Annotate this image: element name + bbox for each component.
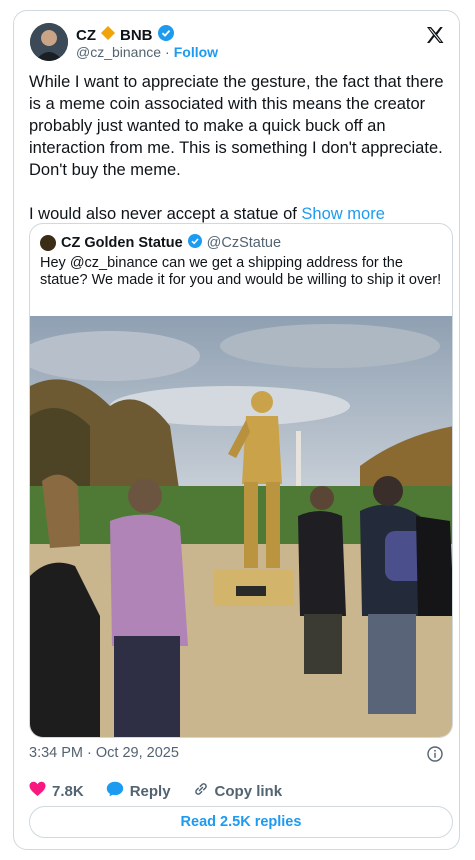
like-count: 7.8K bbox=[52, 782, 84, 800]
statue-photo[interactable] bbox=[30, 316, 452, 737]
author-badge-text: BNB bbox=[120, 26, 153, 44]
tweet-text: While I want to appreciate the gesture, … bbox=[29, 71, 454, 225]
copy-link-label: Copy link bbox=[214, 782, 283, 800]
action-bar: 7.8K Reply Copy link bbox=[29, 781, 304, 801]
quoted-tweet[interactable]: CZ Golden Statue @CzStatue Hey @cz_binan… bbox=[29, 223, 453, 738]
avatar[interactable] bbox=[30, 23, 68, 61]
author-name-row[interactable]: CZ BNB bbox=[76, 25, 174, 45]
verified-icon bbox=[157, 25, 174, 45]
bnb-diamond-icon bbox=[101, 26, 115, 44]
author-handle-row: @cz_binance · Follow bbox=[76, 44, 218, 60]
verified-icon bbox=[187, 234, 202, 252]
reply-label: Reply bbox=[129, 782, 171, 800]
reply-icon bbox=[106, 781, 124, 801]
info-icon[interactable] bbox=[427, 746, 443, 762]
x-logo-icon[interactable] bbox=[425, 25, 445, 45]
author-handle[interactable]: @cz_binance bbox=[76, 44, 161, 60]
read-replies-button[interactable]: Read 2.5K replies bbox=[29, 806, 453, 838]
like-button[interactable]: 7.8K bbox=[29, 781, 84, 801]
tweet-paragraph-2: I would also never accept a statue of Sh… bbox=[29, 203, 454, 225]
quote-text: Hey @cz_binance can we get a shipping ad… bbox=[40, 255, 442, 288]
tweet-card: CZ BNB @cz_binance · Follow While I want… bbox=[13, 10, 460, 850]
copy-link-button[interactable]: Copy link bbox=[193, 781, 283, 801]
heart-icon bbox=[29, 781, 46, 801]
tweet-paragraph-1: While I want to appreciate the gesture, … bbox=[29, 73, 444, 179]
quote-header: CZ Golden Statue @CzStatue bbox=[40, 234, 281, 252]
link-icon bbox=[193, 781, 209, 801]
show-more-link[interactable]: Show more bbox=[301, 205, 384, 223]
author-name[interactable]: CZ bbox=[76, 27, 96, 44]
follow-button[interactable]: Follow bbox=[174, 44, 218, 60]
quote-author-handle: @CzStatue bbox=[206, 235, 282, 251]
quote-avatar bbox=[40, 235, 56, 251]
timestamp[interactable]: 3:34 PM · Oct 29, 2025 bbox=[29, 745, 179, 761]
separator-dot: · bbox=[165, 44, 170, 60]
quote-author-name: CZ Golden Statue bbox=[61, 235, 183, 251]
reply-button[interactable]: Reply bbox=[106, 781, 171, 801]
tweet-paragraph-2-text: I would also never accept a statue of bbox=[29, 205, 297, 223]
